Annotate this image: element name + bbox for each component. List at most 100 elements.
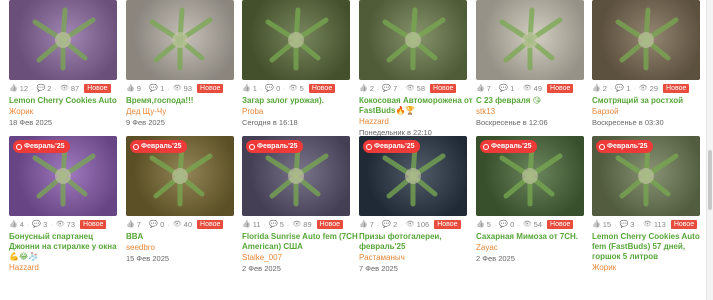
card-title-link[interactable]: Lemon Cherry Cookies Auto	[9, 96, 125, 106]
plant-photo-placeholder	[149, 7, 213, 71]
card-author-link[interactable]: Дед Щу-Чу	[126, 107, 242, 117]
contest-badge: Февраль'25	[13, 140, 70, 153]
likes-count: 1	[252, 83, 257, 93]
likes-count: 7	[486, 83, 491, 93]
gallery-card[interactable]: 👍 2 · 💬 7 · 👁 58 Новое Кокосовая Автоморожена от …	[359, 0, 475, 138]
card-author-link[interactable]: Жорик	[592, 263, 708, 273]
card-date: 2 Фев 2025	[242, 264, 281, 273]
clock-icon	[483, 143, 489, 150]
clock-icon	[133, 143, 139, 150]
card-date: 7 Фев 2025	[359, 264, 398, 273]
card-author-link[interactable]: seedbro	[126, 243, 242, 253]
eye-icon: 👁	[59, 85, 69, 92]
contest-badge-label: Февраль'25	[141, 143, 182, 150]
card-title-link[interactable]: С 23 февраля 😘	[476, 96, 592, 106]
divider: ·	[286, 219, 290, 229]
card-title-link[interactable]: Смотрящий за ростхой	[592, 96, 708, 106]
thumbs-up-icon: 👍	[242, 221, 251, 228]
card-image[interactable]: Февраль'25	[242, 136, 350, 216]
card-image[interactable]	[9, 0, 117, 80]
card-image[interactable]: Февраль'25	[592, 136, 700, 216]
divider: ·	[259, 83, 263, 93]
card-author-link[interactable]: Растаманыч	[359, 253, 475, 263]
gallery-card[interactable]: Февраль'25 👍 15 · 💬 3 · 👁 113 Новое Lemon Cherry C…	[592, 136, 708, 273]
contest-badge-label: Февраль'25	[374, 143, 415, 150]
likes-count: 7	[136, 219, 141, 229]
card-date: Воскресенье в 12:06	[476, 118, 548, 127]
eye-icon: 👁	[55, 221, 65, 228]
comment-icon: 💬	[36, 85, 46, 92]
card-date: 15 Фев 2025	[126, 254, 170, 263]
gallery-card[interactable]: 👍 12 · 💬 2 · 👁 87 Новое Lemon Cherry Cookies Auto…	[9, 0, 125, 128]
eye-icon: 👁	[288, 85, 298, 92]
card-image[interactable]	[242, 0, 350, 80]
contest-badge: Февраль'25	[246, 140, 303, 153]
card-date: 2 Фев 2025	[476, 254, 515, 263]
card-author-link[interactable]: stk13	[476, 107, 592, 117]
divider: ·	[493, 219, 497, 229]
gallery-card[interactable]: Февраль'25 👍 5 · 💬 0 · 👁 54 Новое Сахарная Мимоза …	[476, 136, 592, 264]
card-stats: 👍 2 · 💬 1 · 👁 29 Новое	[592, 83, 708, 93]
scrollbar-thumb[interactable]	[708, 150, 712, 210]
comment-icon: 💬	[149, 85, 159, 92]
card-author-link[interactable]: Hazzard	[359, 117, 475, 127]
gallery-card[interactable]: Февраль'25 👍 7 · 💬 0 · 👁 40 Новое BBA seedbro 15 Фев…	[126, 136, 242, 264]
card-title-link[interactable]: Призы фотогалереи, февраль'25	[359, 232, 475, 252]
card-author-link[interactable]: Барзой	[592, 107, 708, 117]
card-image[interactable]	[476, 0, 584, 80]
card-title-link[interactable]: Бонусный спартанец Джонни на стиралке у …	[9, 232, 125, 262]
comment-icon: 💬	[619, 221, 629, 228]
card-stats: 👍 9 · 💬 1 · 👁 93 Новое	[126, 83, 242, 93]
scrollbar[interactable]	[706, 0, 713, 300]
gallery-card[interactable]: Февраль'25 👍 7 · 💬 2 · 👁 106 Новое Призы фотогалер…	[359, 136, 475, 274]
divider: ·	[283, 83, 286, 93]
divider: ·	[50, 219, 53, 229]
likes-count: 2	[369, 83, 374, 93]
card-title-link[interactable]: Время,господа!!!	[126, 96, 242, 106]
contest-badge: Февраль'25	[480, 140, 537, 153]
divider: ·	[637, 219, 640, 229]
card-title-link[interactable]: Кокосовая Автоморожена от FastBuds🔥🏆	[359, 96, 475, 116]
gallery-card[interactable]: 👍 7 · 💬 1 · 👁 49 Новое С 23 февраля 😘 stk13 Воскрес…	[476, 0, 592, 128]
thumbs-up-icon: 👍	[9, 85, 18, 92]
card-image[interactable]	[592, 0, 700, 80]
card-author-link[interactable]: Proba	[242, 107, 358, 117]
card-title-link[interactable]: Загар залог урожая).	[242, 96, 358, 106]
divider: ·	[633, 83, 636, 93]
comments-count: 7	[393, 83, 398, 93]
comment-icon: 💬	[32, 221, 42, 228]
eye-icon: 👁	[172, 85, 182, 92]
comments-count: 1	[626, 83, 631, 93]
card-stats: 👍 1 · 💬 0 · 👁 5 Новое	[242, 83, 358, 93]
card-title-link[interactable]: BBA	[126, 232, 242, 242]
views-count: 73	[66, 219, 76, 229]
card-author-link[interactable]: Zayac	[476, 243, 592, 253]
card-author-link[interactable]: Stalke_007	[242, 253, 358, 263]
likes-count: 2	[602, 83, 607, 93]
card-title-link[interactable]: Сахарная Мимоза от 7CH.	[476, 232, 592, 242]
gallery-card[interactable]: Февраль'25 👍 11 · 💬 5 · 👁 89 Новое Florida Sunrise…	[242, 136, 358, 274]
gallery-card[interactable]: 👍 9 · 💬 1 · 👁 93 Новое Время,господа!!! Дед Щу-Чу 9…	[126, 0, 242, 128]
card-author-link[interactable]: Жорик	[9, 107, 125, 117]
comments-count: 1	[160, 83, 165, 93]
contest-badge-label: Февраль'25	[491, 143, 532, 150]
card-image[interactable]: Февраль'25	[359, 136, 467, 216]
card-image[interactable]	[359, 0, 467, 80]
views-count: 40	[183, 219, 193, 229]
divider: ·	[376, 83, 380, 93]
new-badge: Новое	[430, 83, 457, 93]
gallery-card[interactable]: Февраль'25 👍 4 · 💬 3 · 👁 73 Новое Бонусный спартан…	[9, 136, 125, 273]
card-stats: 👍 7 · 💬 0 · 👁 40 Новое	[126, 219, 242, 229]
gallery-card[interactable]: 👍 1 · 💬 0 · 👁 5 Новое Загар залог урожая). Proba Се…	[242, 0, 358, 128]
card-title-link[interactable]: Lemon Cherry Cookies Auto fem (FastBuds)…	[592, 232, 708, 262]
card-image[interactable]: Февраль'25	[476, 136, 584, 216]
card-image[interactable]: Февраль'25	[126, 136, 234, 216]
comment-icon: 💬	[382, 221, 392, 228]
card-title-link[interactable]: Florida Sunrise Auto fem (7CH American) …	[242, 232, 358, 252]
card-image[interactable]	[126, 0, 234, 80]
comments-count: 2	[393, 219, 398, 229]
card-author-link[interactable]: Hazzard	[9, 263, 125, 273]
card-image[interactable]: Февраль'25	[9, 136, 117, 216]
clock-icon	[366, 143, 372, 150]
gallery-card[interactable]: 👍 2 · 💬 1 · 👁 29 Новое Смотрящий за ростхой Барзой…	[592, 0, 708, 128]
